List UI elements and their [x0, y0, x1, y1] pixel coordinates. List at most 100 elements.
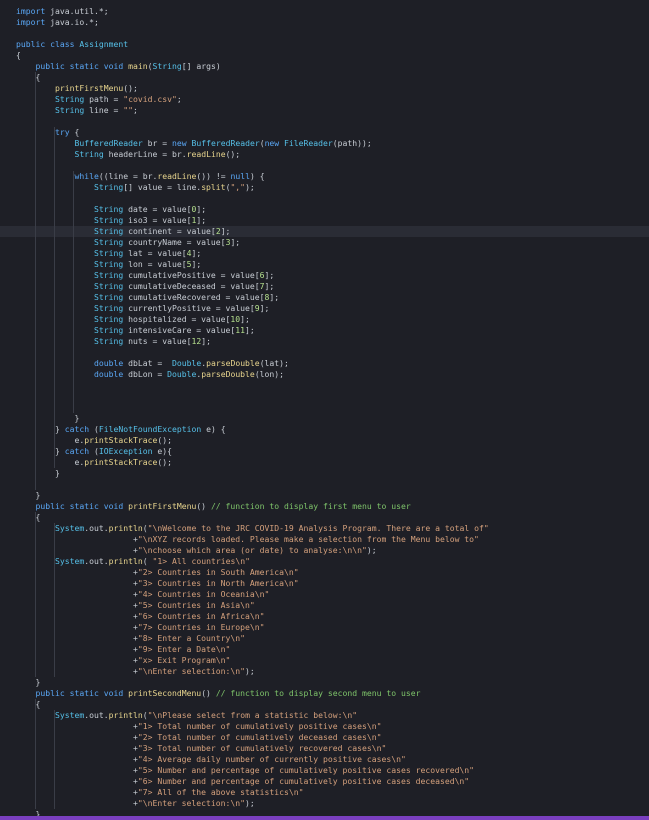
- code-line[interactable]: String currentlyPositive = value[9];: [0, 303, 649, 314]
- code-line[interactable]: }: [0, 809, 649, 816]
- code-line[interactable]: +"8> Enter a Country\n": [0, 633, 649, 644]
- code-line[interactable]: e.printStackTrace();: [0, 435, 649, 446]
- code-line[interactable]: String cumulativeRecovered = value[8];: [0, 292, 649, 303]
- code-token: cumulativePositive = value[: [123, 270, 260, 280]
- code-token: }: [16, 468, 60, 478]
- code-token: String: [93, 237, 124, 247]
- code-line[interactable]: +"2> Total number of cumulatively deceas…: [0, 732, 649, 743]
- indent-guide: [35, 72, 36, 490]
- code-line[interactable]: String lon = value[5];: [0, 259, 649, 270]
- code-line[interactable]: +"2> Countries in South America\n": [0, 567, 649, 578]
- code-line[interactable]: +"4> Countries in Oceania\n": [0, 589, 649, 600]
- code-line[interactable]: +"x> Exit Program\n": [0, 655, 649, 666]
- code-token: String: [54, 105, 85, 115]
- code-line[interactable]: {: [0, 50, 649, 61]
- code-line[interactable]: System.out.println("\nPlease select from…: [0, 710, 649, 721]
- code-line[interactable]: String headerLine = br.readLine();: [0, 149, 649, 160]
- status-bar: [0, 816, 649, 820]
- code-token: "2> Countries in South America\n": [137, 567, 299, 577]
- code-line[interactable]: String date = value[0];: [0, 204, 649, 215]
- code-line[interactable]: import java.util.*;: [0, 6, 649, 17]
- code-line[interactable]: [0, 160, 649, 171]
- code-line[interactable]: }: [0, 490, 649, 501]
- code-line[interactable]: +"3> Countries in North America\n": [0, 578, 649, 589]
- code-line[interactable]: public static void main(String[] args): [0, 61, 649, 72]
- code-line[interactable]: String continent = value[2];: [0, 226, 649, 237]
- code-token: ];: [259, 303, 270, 313]
- code-line[interactable]: String iso3 = value[1];: [0, 215, 649, 226]
- code-line[interactable]: } catch (FileNotFoundException e) {: [0, 424, 649, 435]
- code-line[interactable]: +"6> Number and percentage of cumulative…: [0, 776, 649, 787]
- code-line[interactable]: {: [0, 512, 649, 523]
- indent-guide: [54, 127, 55, 468]
- code-line[interactable]: String[] value = line.split(",");: [0, 182, 649, 193]
- code-line[interactable]: }: [0, 468, 649, 479]
- code-line[interactable]: BufferedReader br = new BufferedReader(n…: [0, 138, 649, 149]
- code-line[interactable]: String cumulativePositive = value[6];: [0, 270, 649, 281]
- code-line[interactable]: [0, 391, 649, 402]
- code-line[interactable]: String countryName = value[3];: [0, 237, 649, 248]
- code-line[interactable]: +"1> Total number of cumulatively positi…: [0, 721, 649, 732]
- code-token: ;: [132, 105, 138, 115]
- code-line[interactable]: public static void printSecondMenu() // …: [0, 688, 649, 699]
- code-line[interactable]: [0, 479, 649, 490]
- code-line[interactable]: [0, 402, 649, 413]
- code-token: line =: [84, 105, 124, 115]
- code-line[interactable]: }: [0, 677, 649, 688]
- code-line[interactable]: +"3> Total number of cumulatively recove…: [0, 743, 649, 754]
- code-line[interactable]: String path = "covid.csv";: [0, 94, 649, 105]
- code-editor[interactable]: import java.util.*; import java.io.*; publ…: [0, 0, 649, 816]
- code-line[interactable]: {: [0, 699, 649, 710]
- code-line[interactable]: public class Assignment: [0, 39, 649, 50]
- code-line[interactable]: String hospitalized = value[10];: [0, 314, 649, 325]
- code-token: "8> Enter a Country\n": [137, 633, 246, 643]
- code-line[interactable]: +"9> Enter a Date\n": [0, 644, 649, 655]
- code-token: "7> Countries in Europe\n": [137, 622, 265, 632]
- code-line[interactable]: +"\nchoose which area (or date) to analy…: [0, 545, 649, 556]
- indent-guide: [54, 710, 55, 809]
- code-token: dbLon =: [123, 369, 168, 379]
- code-line[interactable]: } catch (IOException e){: [0, 446, 649, 457]
- code-token: java.util.*;: [45, 6, 109, 16]
- code-line[interactable]: [0, 193, 649, 204]
- code-line[interactable]: +"\nEnter selection:\n");: [0, 666, 649, 677]
- code-line[interactable]: double dbLat = Double.parseDouble(lat);: [0, 358, 649, 369]
- code-line[interactable]: +"\nEnter selection:\n");: [0, 798, 649, 809]
- code-line[interactable]: e.printStackTrace();: [0, 457, 649, 468]
- code-line[interactable]: }: [0, 413, 649, 424]
- code-token: hospitalized = value[: [123, 314, 231, 324]
- code-line[interactable]: System.out.println( "1> All countries\n": [0, 556, 649, 567]
- code-line[interactable]: +"5> Number and percentage of cumulative…: [0, 765, 649, 776]
- code-line[interactable]: +"4> Average daily number of currently p…: [0, 754, 649, 765]
- code-line[interactable]: +"5> Countries in Asia\n": [0, 600, 649, 611]
- code-line[interactable]: +"7> Countries in Europe\n": [0, 622, 649, 633]
- code-line[interactable]: public static void printFirstMenu() // f…: [0, 501, 649, 512]
- code-line[interactable]: [0, 380, 649, 391]
- code-line[interactable]: [0, 28, 649, 39]
- code-token: println: [108, 710, 143, 720]
- code-token: BufferedReader: [186, 138, 260, 148]
- code-line[interactable]: +"7> All of the above statistics\n": [0, 787, 649, 798]
- code-line[interactable]: String intensiveCare = value[11];: [0, 325, 649, 336]
- code-line[interactable]: [0, 116, 649, 127]
- code-token: System: [54, 710, 85, 720]
- code-line[interactable]: String lat = value[4];: [0, 248, 649, 259]
- code-line[interactable]: String cumulativeDeceased = value[7];: [0, 281, 649, 292]
- code-line[interactable]: +"6> Countries in Africa\n": [0, 611, 649, 622]
- code-line[interactable]: import java.io.*;: [0, 17, 649, 28]
- code-line[interactable]: try {: [0, 127, 649, 138]
- code-line[interactable]: String line = "";: [0, 105, 649, 116]
- code-line[interactable]: String nuts = value[12];: [0, 336, 649, 347]
- code-line[interactable]: System.out.println("\nWelcome to the JRC…: [0, 523, 649, 534]
- code-line[interactable]: {: [0, 72, 649, 83]
- code-line[interactable]: printFirstMenu();: [0, 83, 649, 94]
- code-token: continent = value[: [123, 226, 216, 236]
- code-line[interactable]: double dbLon = Double.parseDouble(lon);: [0, 369, 649, 380]
- code-line[interactable]: +"\nXYZ records loaded. Please make a se…: [0, 534, 649, 545]
- code-line[interactable]: [0, 347, 649, 358]
- code-area[interactable]: import java.util.*; import java.io.*; publ…: [0, 0, 649, 816]
- code-line[interactable]: while((line = br.readLine()) != null) {: [0, 171, 649, 182]
